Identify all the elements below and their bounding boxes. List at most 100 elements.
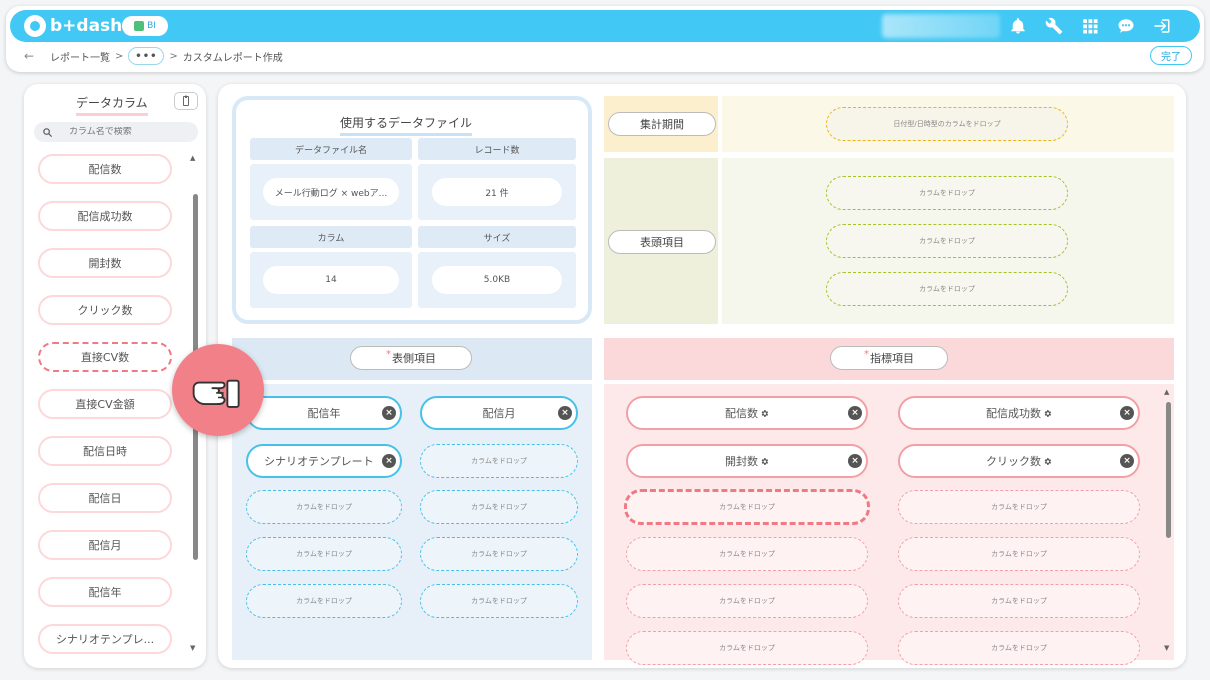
logout-icon[interactable] [1152,16,1172,36]
grid-icon[interactable] [1080,16,1100,36]
metric-drop-zone[interactable]: カラムをドロップ [898,490,1140,524]
file-name-header: データファイル名 [250,138,412,160]
remove-icon[interactable]: × [1120,454,1134,468]
column-item-clicks[interactable]: クリック数 [38,295,172,325]
breadcrumb-separator: > [115,50,124,62]
column-search-input[interactable] [69,127,179,137]
required-mark: * [864,348,869,360]
metrics-scrollbar[interactable]: ▲ ▼ [1164,388,1174,656]
data-file-title: 使用するデータファイル [340,114,473,136]
gear-icon[interactable] [760,457,769,466]
metric-chip[interactable]: クリック数 × [898,444,1140,478]
app-logo[interactable]: b+dash [24,14,122,38]
wrench-icon[interactable] [1044,16,1064,36]
column-item-delivery-success[interactable]: 配信成功数 [38,201,172,231]
column-item-delivery-year[interactable]: 配信年 [38,577,172,607]
column-item-delivery-month[interactable]: 配信月 [38,530,172,560]
file-size-value: 5.0KB [432,266,562,294]
column-search [34,122,198,142]
metric-drop-zone[interactable]: カラムをドロップ [626,631,868,665]
column-item-direct-cv[interactable]: 直接CV数 [38,342,172,372]
bi-badge[interactable]: BI [122,16,168,36]
chip-label: 開封数 [725,455,758,468]
period-drop-zone[interactable]: 日付型/日時型のカラムをドロップ [826,107,1068,141]
metric-drop-zone[interactable]: カラムをドロップ [898,631,1140,665]
logo-text: b+dash [50,16,123,36]
metric-chip[interactable]: 配信数 × [626,396,868,430]
bell-icon[interactable] [1008,16,1028,36]
row-side-chip[interactable]: シナリオテンプレート × [246,444,402,478]
user-name-blurred [882,14,1000,38]
metrics-label: * 指標項目 [830,346,948,370]
column-count-cell: 14 [250,252,412,308]
search-icon [43,127,53,137]
file-name-cell: メール行動ログ × webア... [250,164,412,220]
row-header-drop-zone[interactable]: カラムをドロップ [826,272,1068,306]
column-item-delivery-date[interactable]: 配信日 [38,483,172,513]
metric-drop-zone-active[interactable]: カラムをドロップ [624,489,870,525]
metric-drop-zone[interactable]: カラムをドロップ [626,537,868,571]
row-side-drop-zone[interactable]: カラムをドロップ [420,490,578,524]
row-side-drop-zone[interactable]: カラムをドロップ [420,537,578,571]
metric-drop-zone[interactable]: カラムをドロップ [626,584,868,618]
metrics-label-text: 指標項目 [870,352,914,365]
chip-label: 配信年 [307,407,341,420]
row-side-chip[interactable]: 配信年 × [246,396,402,430]
column-item-opens[interactable]: 開封数 [38,248,172,278]
metrics-scroll-thumb[interactable] [1166,402,1171,538]
remove-icon[interactable]: × [382,454,396,468]
chip-label: クリック数 [986,455,1041,468]
done-button[interactable]: 完了 [1150,46,1192,65]
chip-label: 配信月 [482,407,516,420]
report-builder-panel: 使用するデータファイル データファイル名 レコード数 メール行動ログ × web… [218,84,1186,668]
column-item-direct-cv-amount[interactable]: 直接CV金額 [38,389,172,419]
app-header: b+dash BI [10,10,1200,42]
metric-chip[interactable]: 配信成功数 × [898,396,1140,430]
bi-badge-label: BI [147,21,156,31]
column-count-header: カラム [250,226,412,248]
breadcrumb: ← レポート一覧 > ••• > カスタムレポート作成 [24,46,283,66]
gear-icon[interactable] [1043,457,1052,466]
remove-icon[interactable]: × [382,406,396,420]
scroll-up-icon[interactable]: ▲ [1164,388,1169,396]
metric-drop-zone[interactable]: カラムをドロップ [898,537,1140,571]
record-count-cell: 21 件 [418,164,576,220]
metric-drop-zone[interactable]: カラムをドロップ [898,584,1140,618]
back-arrow-icon[interactable]: ← [24,49,40,63]
remove-icon[interactable]: × [848,406,862,420]
metric-chip[interactable]: 開封数 × [626,444,868,478]
row-side-drop-zone[interactable]: カラムをドロップ [420,584,578,618]
scroll-down-icon[interactable]: ▼ [1164,644,1169,652]
breadcrumb-ellipsis-button[interactable]: ••• [128,47,165,65]
chip-label: 配信成功数 [986,407,1041,420]
row-side-chip[interactable]: 配信月 × [420,396,578,430]
remove-icon[interactable]: × [1120,406,1134,420]
breadcrumb-report-list[interactable]: レポート一覧 [50,49,110,64]
period-label: 集計期間 [608,112,716,136]
file-size-cell: 5.0KB [418,252,576,308]
breadcrumb-current: カスタムレポート作成 [182,52,283,64]
chat-icon[interactable] [1116,16,1136,36]
row-header-drop-zone[interactable]: カラムをドロップ [826,176,1068,210]
chip-label: 配信数 [725,407,758,420]
gear-icon[interactable] [760,409,769,418]
row-side-drop-zone[interactable]: カラムをドロップ [246,490,402,524]
file-size-header: サイズ [418,226,576,248]
data-file-card: 使用するデータファイル データファイル名 レコード数 メール行動ログ × web… [232,96,592,324]
bi-chart-icon [134,21,145,31]
scroll-up-icon[interactable]: ▲ [190,154,195,162]
record-count-value: 21 件 [432,178,562,206]
scroll-down-icon[interactable]: ▼ [190,644,195,652]
row-header-drop-zone[interactable]: カラムをドロップ [826,224,1068,258]
gear-icon[interactable] [1043,409,1052,418]
column-item-scenario-template[interactable]: シナリオテンプレ... [38,624,172,654]
remove-icon[interactable]: × [848,454,862,468]
row-side-drop-zone[interactable]: カラムをドロップ [420,444,578,478]
row-side-drop-zone[interactable]: カラムをドロップ [246,537,402,571]
row-side-drop-zone[interactable]: カラムをドロップ [246,584,402,618]
clipboard-icon[interactable] [174,92,198,110]
column-item-delivery-count[interactable]: 配信数 [38,154,172,184]
column-item-delivery-datetime[interactable]: 配信日時 [38,436,172,466]
pointing-hand-icon [172,344,264,436]
remove-icon[interactable]: × [558,406,572,420]
